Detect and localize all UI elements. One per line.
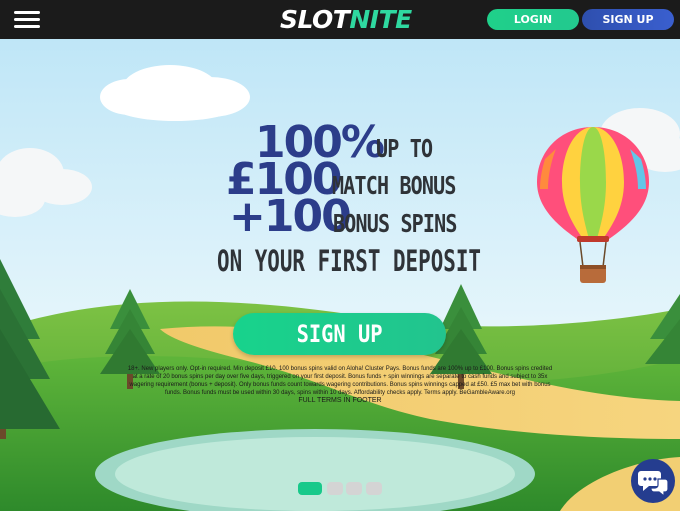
chat-bubbles-icon — [638, 471, 669, 498]
slotnite-logo[interactable]: SLOTNITE — [280, 4, 412, 36]
hamburger-menu-icon[interactable] — [14, 11, 40, 29]
signup-header-button[interactable]: SIGN UP — [582, 9, 674, 30]
signup-cta-label: SIGN UP — [296, 320, 383, 348]
logo-text-slot: SLOT — [280, 5, 350, 34]
signup-cta-button[interactable]: SIGN UP — [233, 313, 446, 355]
terms-text: 18+. New players only. Opt-in required. … — [127, 366, 553, 396]
full-terms-link[interactable]: FULL TERMS IN FOOTER — [240, 397, 440, 404]
promo-bonus-spins: BONUS SPINS — [333, 209, 457, 238]
promo-spins-count: +100 — [229, 191, 352, 242]
top-header: SLOTNITE LOGIN SIGN UP — [0, 0, 680, 39]
hero-banner: 100% UP TO £100 MATCH BONUS +100 BONUS S… — [0, 39, 680, 511]
carousel-dot-3[interactable] — [346, 482, 362, 495]
carousel-dot-1[interactable] — [298, 482, 322, 495]
promo-first-deposit: ON YOUR FIRST DEPOSIT — [217, 244, 481, 278]
promo-panel: 100% UP TO £100 MATCH BONUS +100 BONUS S… — [0, 39, 680, 511]
login-button[interactable]: LOGIN — [487, 9, 579, 30]
carousel-dot-2[interactable] — [327, 482, 343, 495]
promo-up-to: UP TO — [376, 134, 433, 163]
logo-text-nite: NITE — [349, 5, 412, 34]
live-chat-button[interactable] — [631, 459, 675, 503]
carousel-dot-4[interactable] — [366, 482, 382, 495]
promo-match-bonus: MATCH BONUS — [332, 171, 456, 200]
